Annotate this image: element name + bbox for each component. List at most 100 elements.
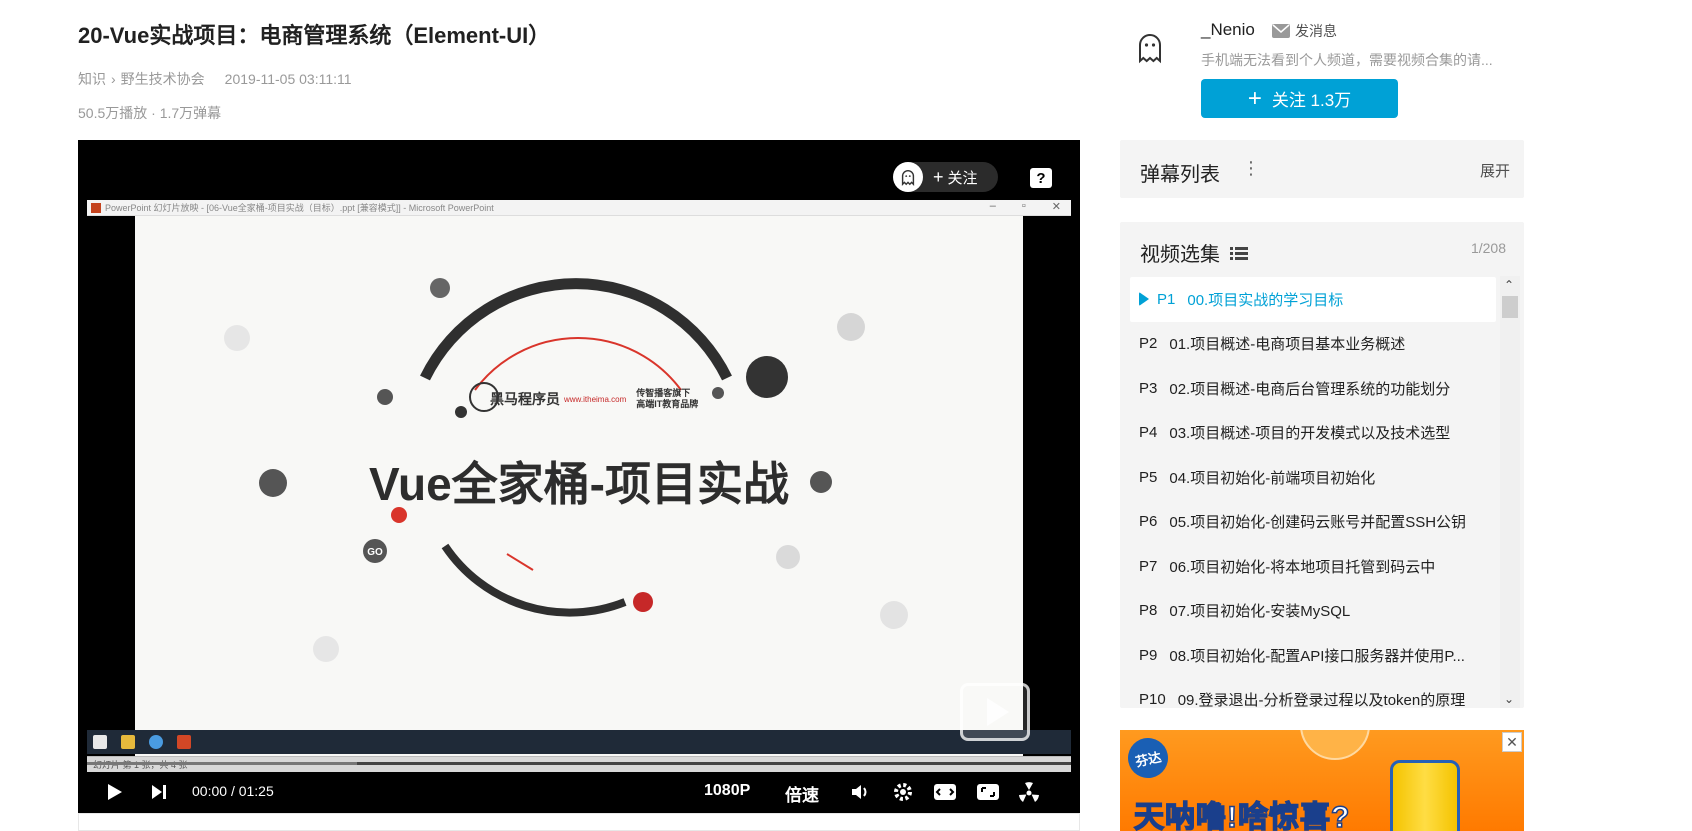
episode-item[interactable]: P7 06.项目初始化-将本地项目托管到码云中 (1130, 544, 1496, 589)
episode-list: P1 00.项目实战的学习目标 P2 01.项目概述-电商项目基本业务概述 P3 02.项… (1130, 277, 1496, 708)
tech-icon-14 (880, 601, 908, 629)
follow-button-label: 关注 1.3万 (1271, 91, 1352, 110)
slide-heading: Vue全家桶-项目实战 (369, 458, 789, 510)
orange-slice-image (1300, 730, 1370, 760)
episode-number: P3 (1139, 379, 1158, 397)
episode-item[interactable]: P2 01.项目概述-电商项目基本业务概述 (1130, 322, 1496, 367)
episode-item[interactable]: P5 04.项目初始化-前端项目初始化 (1130, 455, 1496, 500)
danmaku-expand-button[interactable]: 展开 (1480, 160, 1510, 181)
episode-number: P5 (1139, 468, 1158, 486)
send-message-link[interactable]: 发消息 (1272, 21, 1337, 41)
video-page: 20-Vue实战项目：电商管理系统（Element-UI） 知识 › 野生技术协… (0, 0, 1692, 831)
episode-title: 09.登录退出-分析登录过程以及token的原理 (1177, 692, 1466, 708)
episode-list-header: 视频选集 (1140, 238, 1248, 267)
episode-item[interactable]: P8 07.项目初始化-安装MySQL (1130, 589, 1496, 634)
player-controls: 00:00 / 01:25 1080P 倍速 (78, 772, 1080, 812)
fullscreen-icon[interactable] (976, 782, 1000, 802)
letterbox-right (1023, 216, 1071, 756)
settings-gear-icon[interactable] (892, 781, 914, 803)
volume-icon[interactable] (850, 782, 872, 802)
uploader-avatar[interactable] (1128, 26, 1172, 70)
breadcrumb-subcategory[interactable]: 野生技术协会 (121, 69, 205, 89)
uploader-description: 手机端无法看到个人频道，需要视频合集的请... (1201, 52, 1493, 68)
ad-close-button[interactable]: ✕ (1502, 732, 1522, 752)
brand-url: www.itheima.com (564, 394, 627, 404)
ad-slogan: 天呐噜!啥惊喜? (1133, 800, 1351, 831)
progress-bar[interactable] (87, 762, 1071, 765)
uploader-name[interactable]: _Nenio (1201, 20, 1255, 40)
video-title: 20-Vue实战项目：电商管理系统（Element-UI） (78, 23, 551, 48)
slide-arc-red (474, 336, 682, 391)
big-play-button[interactable] (960, 683, 1030, 741)
tech-icon-13 (633, 592, 653, 612)
video-meta: 知识 › 野生技术协会 2019-11-05 03:11:11 (78, 69, 352, 89)
episode-count: 1/208 (1470, 240, 1506, 256)
episode-item[interactable]: P10 09.登录退出-分析登录过程以及token的原理 (1130, 678, 1496, 708)
ad-banner[interactable]: 芬达 天呐噜!啥惊喜? ✕ (1120, 730, 1524, 831)
episode-number: P7 (1139, 557, 1158, 575)
plus-icon: + (933, 166, 944, 187)
episode-number: P10 (1139, 691, 1166, 708)
more-options-icon[interactable]: ⋮ (1242, 158, 1260, 179)
slide-arc-top (420, 278, 732, 381)
send-message-label: 发消息 (1295, 23, 1337, 39)
follow-button[interactable]: + 关注 1.3万 (1201, 79, 1398, 118)
episode-title: 04.项目初始化-前端项目初始化 (1169, 469, 1376, 487)
next-button[interactable] (150, 783, 168, 801)
quality-selector[interactable]: 1080P (704, 782, 750, 800)
go-label: GO (367, 547, 383, 558)
time-separator: / (230, 783, 235, 799)
video-stats: 50.5万播放 · 1.7万弹幕 (78, 105, 222, 121)
time-display: 00:00 / 01:25 (192, 783, 274, 799)
close-icon: ✕ (1051, 201, 1061, 213)
brand-logo: 黑马程序员 www.itheima.com 传智播客旗下 高端IT教育品牌 (490, 388, 698, 410)
episode-item[interactable]: P6 05.项目初始化-创建码云账号并配置SSH公钥 (1130, 500, 1496, 545)
episode-list-panel: 视频选集 1/208 P1 00.项目实战的学习目标 P2 01.项目概述-电商项目基… (1120, 222, 1524, 708)
episode-item[interactable]: P1 00.项目实战的学习目标 (1130, 277, 1496, 322)
browser-icon (149, 735, 163, 749)
speed-selector[interactable]: 倍速 (785, 781, 819, 806)
episode-title: 02.项目概述-电商后台管理系统的功能划分 (1169, 380, 1451, 398)
brand-tagline-1: 传智播客旗下 (636, 388, 691, 398)
duration: 01:25 (238, 783, 274, 799)
widescreen-icon[interactable] (933, 782, 957, 802)
windows-start-icon (93, 735, 107, 749)
episode-list-scrollbar[interactable]: ⌃ ⌄ (1500, 276, 1520, 708)
folder-icon (121, 735, 135, 749)
mail-icon (1272, 24, 1290, 38)
danmaku-list-title: 弹幕列表 (1140, 164, 1220, 186)
java-icon (746, 356, 788, 398)
ppt-titlebar: PowerPoint 幻灯片放映 - [06-Vue全家桶-项目实战（目标）.p… (87, 200, 1071, 216)
episode-number: P6 (1139, 513, 1158, 531)
now-playing-icon (1139, 292, 1149, 307)
ppt-window-title: PowerPoint 幻灯片放映 - [06-Vue全家桶-项目实战（目标）.p… (105, 203, 494, 213)
help-icon[interactable]: ? (1030, 168, 1052, 188)
danmaku-radiation-icon[interactable] (1017, 781, 1041, 805)
tech-icon-3 (837, 313, 865, 341)
player-follow-button[interactable]: + 关注 (893, 162, 998, 192)
player-follow-label: 关注 (947, 169, 978, 187)
list-icon[interactable] (1230, 245, 1248, 261)
episode-title: 06.项目初始化-将本地项目托管到码云中 (1169, 558, 1436, 576)
episode-list-title: 视频选集 (1140, 244, 1220, 266)
ghost-avatar-icon (893, 162, 923, 192)
scroll-up-icon[interactable]: ⌃ (1504, 278, 1514, 292)
breadcrumb-separator: › (111, 71, 116, 87)
episode-item[interactable]: P3 02.项目概述-电商后台管理系统的功能划分 (1130, 366, 1496, 411)
restore-icon: ▫ (1021, 200, 1026, 212)
scrollbar-thumb[interactable] (1502, 296, 1518, 318)
soda-can-image (1390, 760, 1460, 831)
scroll-down-icon[interactable]: ⌄ (1504, 692, 1514, 706)
video-player[interactable]: + 关注 ? PowerPoint 幻灯片放映 - [06-Vue全家桶-项目实… (78, 140, 1080, 813)
episode-number: P8 (1139, 602, 1158, 620)
episode-title: 01.项目概述-电商项目基本业务概述 (1169, 336, 1406, 354)
play-button[interactable] (104, 782, 124, 802)
breadcrumb-category[interactable]: 知识 (78, 69, 106, 89)
globe-icon (377, 389, 393, 405)
tech-icon-5 (455, 406, 467, 418)
tech-icon-2 (224, 325, 250, 351)
powerpoint-taskbar-icon (177, 735, 191, 749)
episode-item[interactable]: P9 08.项目初始化-配置API接口服务器并使用P... (1130, 633, 1496, 678)
ghost-icon (1139, 34, 1161, 64)
episode-item[interactable]: P4 03.项目概述-项目的开发模式以及技术选型 (1130, 411, 1496, 456)
